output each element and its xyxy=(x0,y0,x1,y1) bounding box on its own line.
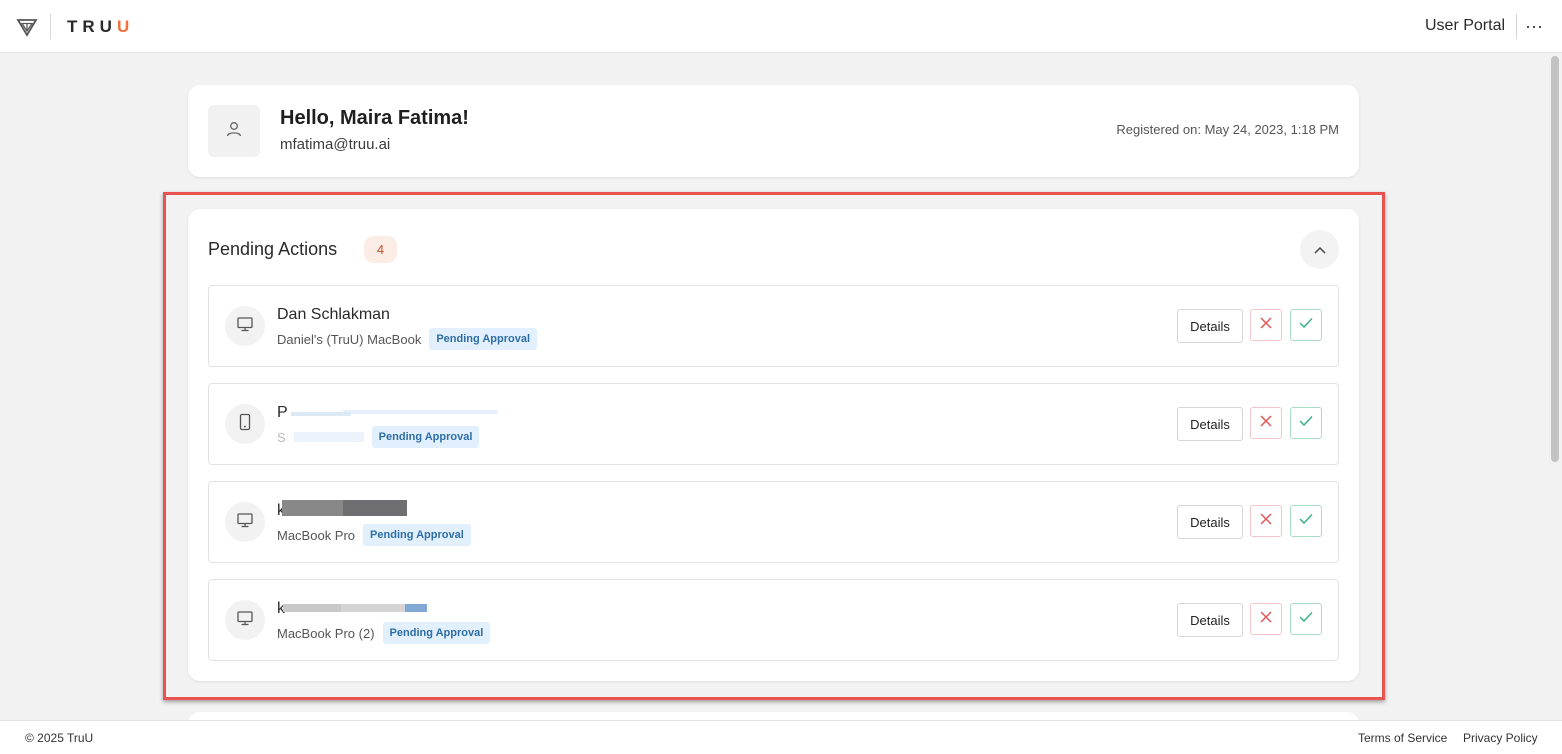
truu-logo-icon[interactable] xyxy=(16,16,38,38)
privacy-link[interactable]: Privacy Policy xyxy=(1463,731,1538,745)
user-icon xyxy=(225,120,243,143)
greeting-title: Hello, Maira Fatima! xyxy=(280,107,469,129)
user-email: mfatima@truu.ai xyxy=(280,136,391,153)
truu-wordmark[interactable]: TRUU xyxy=(67,17,134,37)
highlight-box xyxy=(163,192,1385,700)
profile-card: Hello, Maira Fatima! mfatima@truu.ai Reg… xyxy=(188,85,1359,177)
more-options-button[interactable]: ··· xyxy=(1522,14,1546,38)
copyright-text: © 2025 TruU xyxy=(25,731,94,745)
top-bar: TRUU User Portal ··· xyxy=(0,0,1562,53)
wordmark-main: TRU xyxy=(67,17,117,36)
wordmark-accent: U xyxy=(116,17,135,36)
avatar xyxy=(208,105,260,157)
scrollbar[interactable] xyxy=(1548,54,1562,720)
footer: © 2025 TruU Terms of Service Privacy Pol… xyxy=(0,720,1562,754)
header-divider xyxy=(1516,14,1517,39)
portal-title: User Portal xyxy=(1425,17,1506,34)
terms-link[interactable]: Terms of Service xyxy=(1358,731,1447,745)
registered-date: Registered on: May 24, 2023, 1:18 PM xyxy=(1116,122,1339,137)
logo-divider xyxy=(50,14,51,39)
scrollbar-thumb[interactable] xyxy=(1551,56,1559,462)
more-icon: ··· xyxy=(1525,15,1543,36)
